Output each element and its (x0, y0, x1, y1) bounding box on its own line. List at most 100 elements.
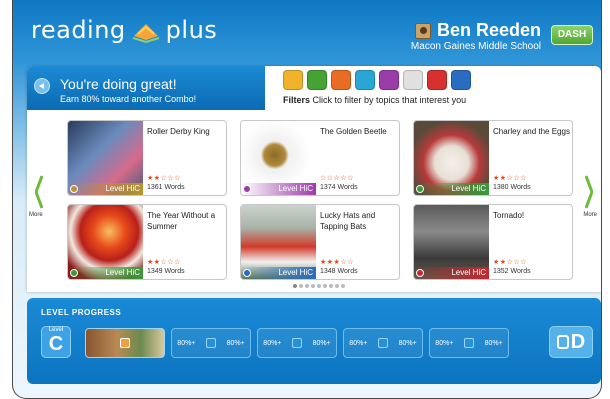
story-title: Lucky Hats and Tapping Bats (320, 211, 376, 231)
story-title: Charley and the Eggs (493, 127, 570, 136)
sports-ball-icon[interactable] (451, 70, 471, 90)
sports-ball-icon (243, 269, 251, 277)
logo-text-left: reading (31, 16, 126, 44)
story-title: Roller Derby King (147, 127, 210, 136)
avatar[interactable] (414, 22, 431, 39)
current-level-letter: C (48, 333, 64, 355)
level-badge: Level HiC (414, 183, 489, 195)
stage-threshold: 80%+ (226, 339, 245, 347)
combo-icon (292, 338, 302, 348)
globe-icon (70, 269, 78, 277)
dash-button[interactable]: DASH (551, 25, 593, 45)
combo-icon (120, 338, 130, 348)
level-badge: Level HiC (241, 267, 316, 279)
logo-text-right: plus (165, 16, 218, 44)
app-window: reading plus Ben Reeden Macon Gaines Mid… (12, 0, 602, 399)
story-rating: ★★☆☆☆ (147, 259, 181, 266)
drum-icon[interactable] (379, 70, 399, 90)
combo-icon (206, 338, 216, 348)
reading-plus-logo: reading plus (31, 16, 217, 44)
progress-stage[interactable]: 80%+ 80%+ (343, 328, 423, 358)
story-card[interactable]: Level HiC Tornado! ★★☆☆☆ 1352 Words (413, 204, 573, 280)
story-rating: ★★☆☆☆ (147, 175, 181, 182)
page-dot[interactable] (311, 284, 315, 288)
page-dot[interactable] (323, 284, 327, 288)
progress-stage[interactable]: 80%+ 80%+ (171, 328, 251, 358)
stage-threshold: 80%+ (263, 339, 282, 347)
story-cards: Level HiC Roller Derby King ★★☆☆☆ 1361 W… (57, 118, 577, 282)
banner-subtitle: Earn 80% toward another Combo! (60, 94, 197, 104)
page-indicator (293, 284, 345, 288)
next-arrow-icon[interactable] (585, 174, 593, 210)
user-name: Ben Reeden (436, 20, 541, 40)
people-icon (70, 185, 78, 193)
story-word-count: 1361 Words (147, 184, 185, 191)
level-badge: Level HiC (241, 183, 316, 195)
next-level-badge: D (549, 326, 593, 358)
level-progress-panel: LEVEL PROGRESS Level C 80%+ 80%+ 80%+ 80… (27, 298, 601, 384)
story-title: The Golden Beetle (320, 127, 387, 136)
story-title: Tornado! (493, 211, 525, 220)
story-selection-panel: You're doing great! Earn 80% toward anot… (27, 66, 601, 292)
page-dot[interactable] (317, 284, 321, 288)
story-card[interactable]: Level HiC The Golden Beetle ☆☆☆☆☆ 1374 W… (240, 120, 400, 196)
header: reading plus Ben Reeden Macon Gaines Mid… (13, 0, 601, 66)
filter-hint: Filters Click to filter by topics that i… (283, 95, 591, 105)
page-dot[interactable] (293, 284, 297, 288)
story-word-count: 1380 Words (493, 184, 531, 191)
book-logo-icon (132, 24, 159, 44)
story-card[interactable]: Level HiC Lucky Hats and Tapping Bats ★★… (240, 204, 400, 280)
fire-icon[interactable] (331, 70, 351, 90)
page-dot[interactable] (329, 284, 333, 288)
banner-title: You're doing great! (60, 76, 177, 92)
story-card[interactable]: Level HiC Roller Derby King ★★☆☆☆ 1361 W… (67, 120, 227, 196)
drum-icon (243, 185, 251, 193)
page-dot[interactable] (341, 284, 345, 288)
story-word-count: 1349 Words (147, 268, 185, 275)
story-card[interactable]: Level HiC Charley and the Eggs ★★☆☆☆ 138… (413, 120, 573, 196)
more-right-label[interactable]: More (583, 212, 597, 218)
story-rating: ★★★☆☆ (320, 259, 354, 266)
story-rating: ★★☆☆☆ (493, 259, 527, 266)
stage-threshold: 80%+ (484, 339, 503, 347)
page-dot[interactable] (305, 284, 309, 288)
people-icon[interactable] (283, 70, 303, 90)
story-word-count: 1348 Words (320, 268, 358, 275)
stage-threshold: 80%+ (435, 339, 454, 347)
stage-threshold: 80%+ (398, 339, 417, 347)
next-level-letter: D (570, 330, 586, 353)
story-card[interactable]: Level HiC The Year Without a Summer ★★☆☆… (67, 204, 227, 280)
progress-stage[interactable]: 80%+ 80%+ (429, 328, 509, 358)
filters-hint-text: Click to filter by topics that interest … (312, 95, 467, 105)
speaker-icon[interactable] (34, 78, 50, 94)
story-title: The Year Without a Summer (147, 211, 216, 231)
progress-stage-completed[interactable] (85, 328, 165, 358)
page-dot[interactable] (335, 284, 339, 288)
story-rating: ☆☆☆☆☆ (320, 175, 354, 182)
gear-flower-icon[interactable] (427, 70, 447, 90)
filters-bar: Filters Click to filter by topics that i… (271, 70, 591, 110)
story-word-count: 1374 Words (320, 184, 358, 191)
level-badge: Level HiC (414, 267, 489, 279)
previous-arrow-icon[interactable] (35, 174, 43, 210)
more-left-label[interactable]: More (29, 212, 43, 218)
stage-threshold: 80%+ (349, 339, 368, 347)
level-badge: Level HiC (68, 183, 143, 195)
combo-icon (464, 338, 474, 348)
tools-icon[interactable] (403, 70, 423, 90)
encouragement-banner: You're doing great! Earn 80% toward anot… (27, 66, 265, 110)
current-level-badge: Level C (41, 326, 71, 358)
stage-threshold: 80%+ (177, 339, 196, 347)
lock-icon (556, 335, 569, 349)
globe-icon (416, 185, 424, 193)
page-dot[interactable] (299, 284, 303, 288)
gear-flower-icon (416, 269, 424, 277)
progress-stage[interactable]: 80%+ 80%+ (257, 328, 337, 358)
level-badge: Level HiC (68, 267, 143, 279)
stage-threshold: 80%+ (312, 339, 331, 347)
magnify-icon[interactable] (355, 70, 375, 90)
globe-icon[interactable] (307, 70, 327, 90)
story-word-count: 1352 Words (493, 268, 531, 275)
filters-label: Filters (283, 95, 311, 105)
school-name: Macon Gaines Middle School (410, 41, 541, 52)
